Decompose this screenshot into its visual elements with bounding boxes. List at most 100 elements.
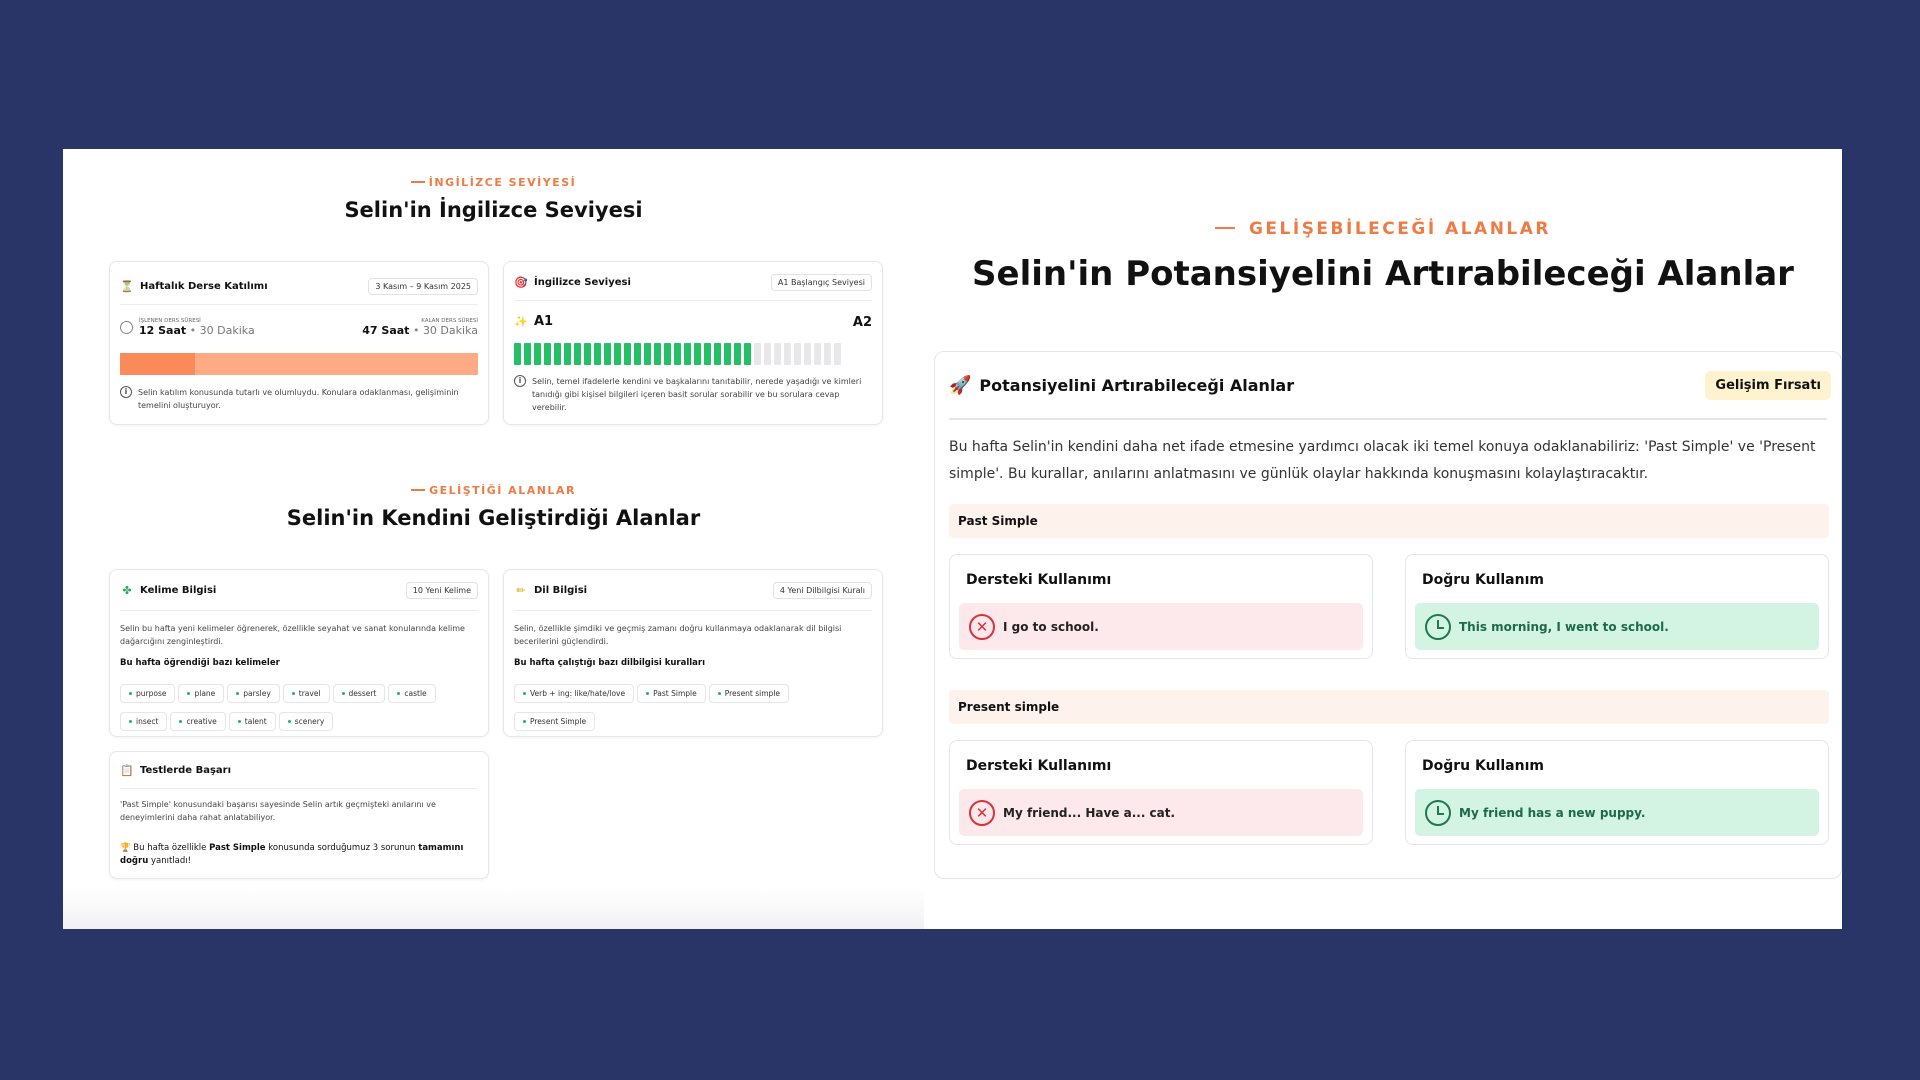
correct-label: Doğru Kullanım bbox=[1422, 572, 1544, 588]
attendance-progress-fill bbox=[120, 353, 196, 375]
opportunity-badge: Gelişim Fırsatı bbox=[1705, 370, 1831, 400]
level-segment bbox=[744, 343, 751, 365]
x-circle-icon: ✕ bbox=[969, 799, 995, 826]
remaining-hours: 47 Saat bbox=[362, 324, 410, 337]
topic-header: Present simple bbox=[949, 690, 1829, 724]
correct-usage-box: My friend has a new puppy. bbox=[1415, 789, 1819, 836]
target-icon: 🎯 bbox=[514, 275, 528, 289]
pencil-icon: ✏ bbox=[516, 583, 526, 597]
attendance-progress-bar bbox=[120, 353, 478, 375]
level-segment bbox=[684, 343, 691, 365]
tag-item: Present simple bbox=[708, 684, 790, 703]
level-card: 🎯 İngilizce Seviyesi A1 Başlangıç Seviye… bbox=[503, 261, 883, 425]
rocket-icon: 🚀 bbox=[949, 374, 972, 396]
level-chip: A1 Başlangıç Seviyesi bbox=[770, 273, 872, 291]
attendance-card: ⏳ Haftalık Derse Katılımı 3 Kasım – 9 Ka… bbox=[109, 261, 489, 425]
attendance-note: Selin katılım konusunda tutarlı ve oluml… bbox=[138, 388, 459, 410]
tag-item: dessert bbox=[332, 684, 386, 703]
clock-icon bbox=[1425, 799, 1451, 826]
level-note: Selin, temel ifadelerle kendini ve başka… bbox=[532, 377, 862, 412]
clipboard-icon: 📋 bbox=[120, 763, 134, 777]
left-report-panel: İNGİLİZCE SEVİYESİ Selin'in İngilizce Se… bbox=[63, 149, 924, 929]
level-segment bbox=[654, 343, 661, 365]
in-lesson-usage-card: Dersteki Kullanımı ✕ I go to school. bbox=[949, 554, 1373, 659]
level-segment bbox=[834, 343, 841, 365]
correct-usage-text: My friend has a new puppy. bbox=[1459, 805, 1646, 820]
tag-item: insect bbox=[120, 712, 168, 731]
level-segment bbox=[644, 343, 651, 365]
correct-usage-card: Doğru Kullanım My friend has a new puppy… bbox=[1405, 740, 1829, 845]
level-segment bbox=[514, 343, 521, 365]
tests-title: Testlerde Başarı bbox=[140, 764, 232, 776]
info-icon: i bbox=[120, 386, 132, 398]
tag-item: Verb + ing: like/hate/love bbox=[514, 684, 635, 703]
in-lesson-label: Dersteki Kullanımı bbox=[966, 758, 1112, 774]
level-segment bbox=[554, 343, 561, 365]
tag-item: purpose bbox=[120, 684, 176, 703]
vocabulary-chip: 10 Yeni Kelime bbox=[405, 581, 478, 599]
in-lesson-label: Dersteki Kullanımı bbox=[966, 572, 1112, 588]
potential-card: 🚀 Potansiyelini Artırabileceği Alanlar G… bbox=[934, 351, 1842, 879]
correct-usage-text: This morning, I went to school. bbox=[1459, 619, 1669, 634]
level-segment bbox=[634, 343, 641, 365]
wrong-usage-text: I go to school. bbox=[1003, 619, 1099, 634]
level-segment bbox=[734, 343, 741, 365]
clock-icon bbox=[120, 321, 133, 334]
level-segment bbox=[534, 343, 541, 365]
level-segment bbox=[524, 343, 531, 365]
level-segment bbox=[604, 343, 611, 365]
level-title: İngilizce Seviyesi bbox=[534, 276, 631, 288]
vocabulary-subtitle: Bu hafta öğrendiği bazı kelimeler bbox=[120, 658, 280, 668]
level-segment bbox=[794, 343, 801, 365]
section-eyebrow-potential: GELİŞEBİLECEĞİ ALANLAR bbox=[924, 219, 1842, 239]
section-title-potential: Selin'in Potansiyelini Artırabileceği Al… bbox=[972, 254, 1794, 294]
tag-item: parsley bbox=[227, 684, 280, 703]
potential-card-title: Potansiyelini Artırabileceği Alanlar bbox=[979, 375, 1295, 395]
tag-item: Past Simple bbox=[637, 684, 706, 703]
hourglass-icon: ⏳ bbox=[120, 279, 134, 293]
level-segment bbox=[804, 343, 811, 365]
tag-item: scenery bbox=[278, 712, 334, 731]
tests-result: 🏆 Bu hafta özellikle Past Simple konusun… bbox=[120, 843, 464, 866]
done-minutes: 30 Dakika bbox=[199, 324, 255, 337]
level-progress-segments bbox=[514, 343, 841, 365]
section-eyebrow-improved: GELİŞTİĞİ ALANLAR bbox=[63, 484, 924, 497]
level-segment bbox=[584, 343, 591, 365]
level-segment bbox=[664, 343, 671, 365]
grammar-chip: 4 Yeni Dilbilgisi Kuralı bbox=[772, 581, 872, 599]
sparkle-icon: ✨ bbox=[514, 315, 528, 328]
tests-text: 'Past Simple' konusundaki başarısı sayes… bbox=[120, 800, 436, 822]
grammar-subtitle: Bu hafta çalıştığı bazı dilbilgisi kural… bbox=[514, 658, 706, 668]
grammar-text: Selin, özellikle şimdiki ve geçmiş zaman… bbox=[514, 624, 842, 646]
puzzle-icon: ✤ bbox=[122, 583, 132, 597]
info-icon: i bbox=[514, 375, 526, 387]
done-hours: 12 Saat bbox=[139, 324, 187, 337]
level-segment bbox=[764, 343, 771, 365]
level-segment bbox=[564, 343, 571, 365]
vocabulary-text: Selin bu hafta yeni kelimeler öğrenerek,… bbox=[120, 624, 465, 646]
grammar-tag-list: Verb + ing: like/hate/love Past Simple Pre… bbox=[514, 680, 874, 736]
level-segment bbox=[754, 343, 761, 365]
level-segment bbox=[674, 343, 681, 365]
level-segment bbox=[724, 343, 731, 365]
correct-usage-card: Doğru Kullanım This morning, I went to s… bbox=[1405, 554, 1829, 659]
level-segment bbox=[714, 343, 721, 365]
level-segment bbox=[704, 343, 711, 365]
grammar-title: Dil Bilgisi bbox=[534, 584, 588, 596]
level-segment bbox=[594, 343, 601, 365]
right-report-panel: GELİŞEBİLECEĞİ ALANLAR Selin'in Potansiy… bbox=[924, 149, 1842, 929]
topic-header: Past Simple bbox=[949, 504, 1829, 538]
section-eyebrow-level: İNGİLİZCE SEVİYESİ bbox=[63, 176, 924, 189]
in-lesson-usage-card: Dersteki Kullanımı ✕ My friend... Have a… bbox=[949, 740, 1373, 845]
level-segment bbox=[784, 343, 791, 365]
tag-item: creative bbox=[170, 712, 226, 731]
level-segment bbox=[544, 343, 551, 365]
section-title-level: Selin'in İngilizce Seviyesi bbox=[344, 198, 643, 222]
tag-item: talent bbox=[228, 712, 276, 731]
level-from: A1 bbox=[534, 314, 554, 329]
level-segment bbox=[824, 343, 831, 365]
grammar-card: ✏ Dil Bilgisi 4 Yeni Dilbilgisi Kuralı S… bbox=[503, 569, 883, 737]
level-to: A2 bbox=[852, 315, 872, 330]
level-segment bbox=[624, 343, 631, 365]
correct-usage-box: This morning, I went to school. bbox=[1415, 603, 1819, 650]
